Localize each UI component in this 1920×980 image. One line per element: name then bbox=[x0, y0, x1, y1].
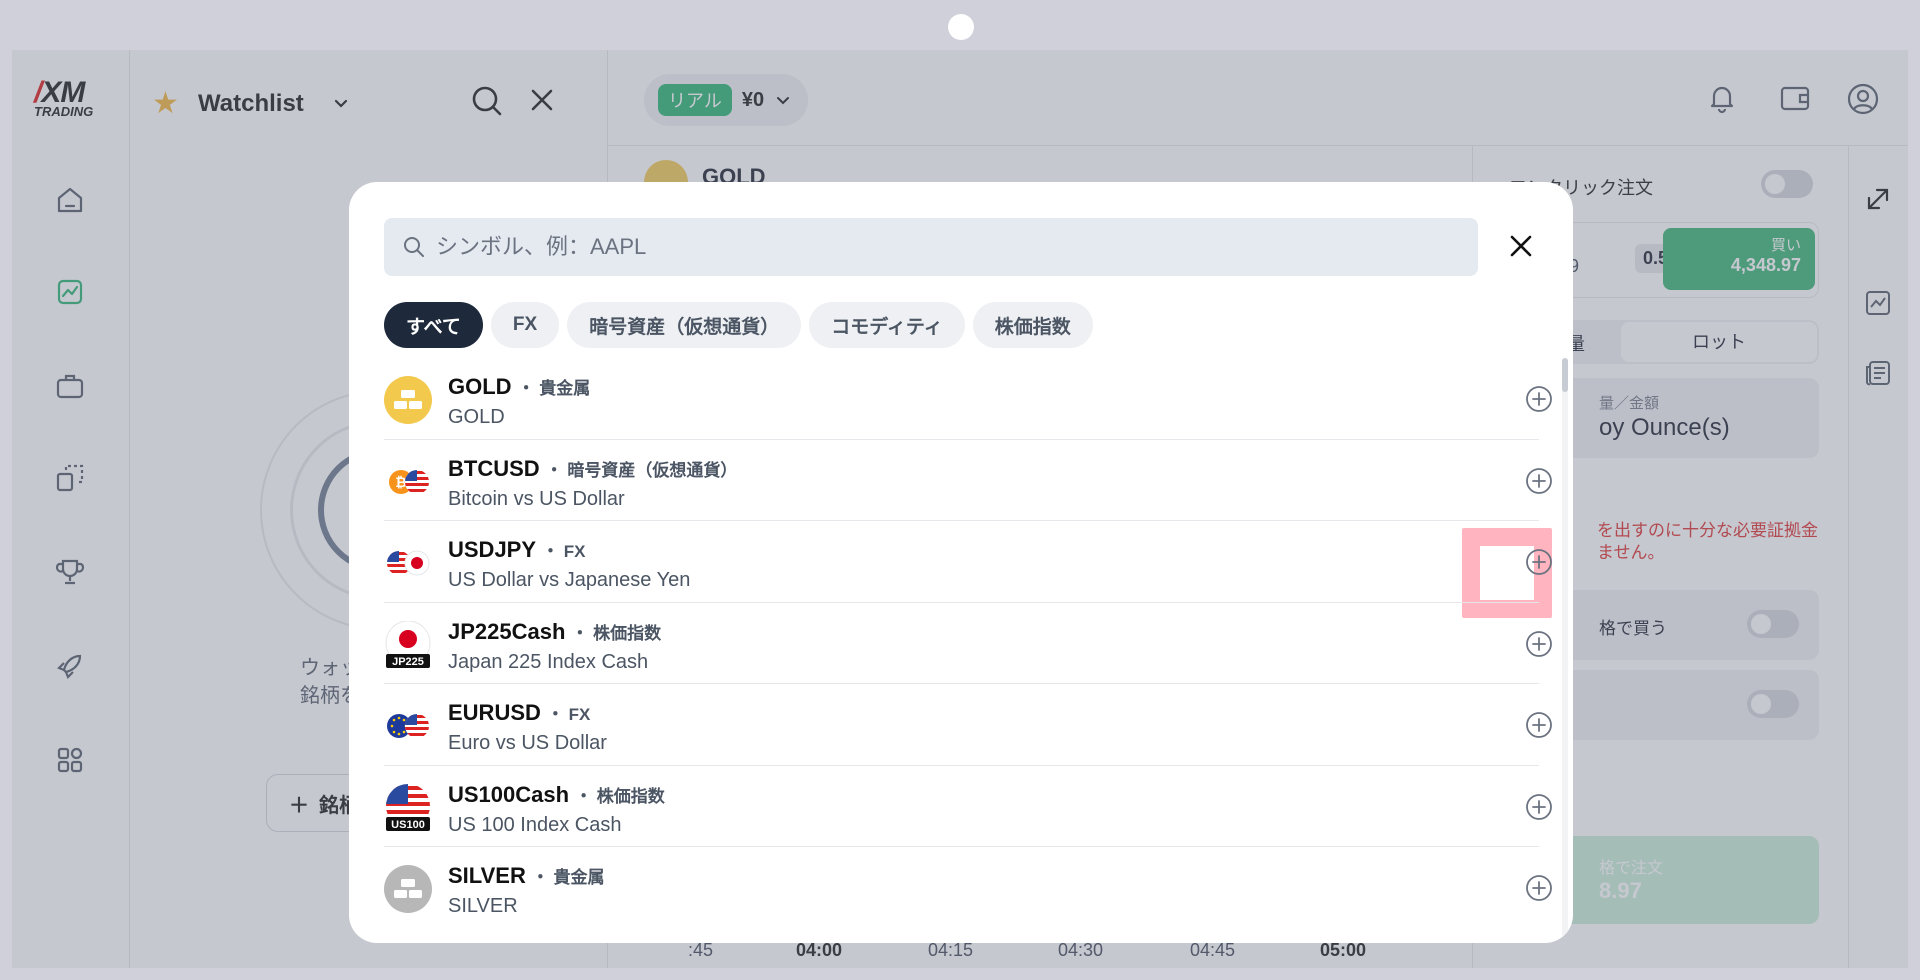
symbol-description: US 100 Index Cash bbox=[448, 813, 622, 836]
svg-text:₿: ₿ bbox=[395, 474, 406, 490]
eur-usd-flag-icon bbox=[384, 702, 432, 750]
us100-flag-icon: US100 bbox=[384, 783, 432, 832]
symbol-category: ・ FX bbox=[546, 705, 591, 724]
filter-crypto[interactable]: 暗号資産（仮想通貨） bbox=[567, 302, 802, 348]
add-to-watchlist-icon[interactable] bbox=[1524, 873, 1554, 903]
symbol-name: USDJPY bbox=[448, 537, 537, 562]
filter-index[interactable]: 株価指数 bbox=[972, 302, 1093, 348]
symbol-name: JP225Cash bbox=[448, 618, 566, 644]
jp225-flag-icon: JP225 bbox=[384, 620, 432, 669]
symbol-name: SILVER bbox=[448, 863, 526, 888]
search-icon bbox=[404, 237, 424, 257]
list-scrollbar[interactable] bbox=[1562, 358, 1568, 938]
symbol-row-silver[interactable]: SILVER ・ 貴金属 SILVER bbox=[384, 847, 1552, 929]
symbol-list: GOLD ・ 貴金属 GOLD ₿ BTCUSD ・ 暗号資産（仮想通貨） Bitc… bbox=[384, 358, 1552, 929]
scrollbar-thumb[interactable] bbox=[1562, 358, 1568, 392]
add-to-watchlist-icon[interactable] bbox=[1524, 629, 1554, 659]
gold-bars-icon bbox=[384, 376, 432, 424]
symbol-name: EURUSD bbox=[448, 700, 541, 725]
symbol-row-usdjpy[interactable]: USDJPY ・ FX US Dollar vs Japanese Yen bbox=[384, 521, 1552, 603]
symbol-category: ・ 暗号資産（仮想通貨） bbox=[545, 460, 738, 480]
symbol-row-jp225cash[interactable]: JP225 JP225Cash ・ 株価指数 Japan 225 Index Ca… bbox=[384, 603, 1552, 684]
add-to-watchlist-icon[interactable] bbox=[1524, 384, 1554, 414]
jp225-tag: JP225 bbox=[392, 656, 424, 668]
camera-dot bbox=[948, 14, 974, 40]
filter-fx[interactable]: FX bbox=[490, 302, 560, 348]
symbol-row-gold[interactable]: GOLD ・ 貴金属 GOLD bbox=[384, 358, 1552, 440]
usd-jpy-flag-icon bbox=[384, 539, 432, 587]
filter-all[interactable]: すべて bbox=[384, 302, 483, 348]
add-to-watchlist-icon[interactable] bbox=[1524, 547, 1554, 577]
add-to-watchlist-icon[interactable] bbox=[1524, 710, 1554, 740]
category-filters: すべて FX 暗号資産（仮想通貨） コモディティ 株価指数 bbox=[384, 302, 1093, 348]
symbol-search-box bbox=[384, 218, 1478, 276]
add-to-watchlist-icon[interactable] bbox=[1524, 466, 1554, 496]
symbol-description: US Dollar vs Japanese Yen bbox=[448, 569, 691, 591]
add-to-watchlist-icon[interactable] bbox=[1524, 792, 1554, 822]
symbol-row-btcusd[interactable]: ₿ BTCUSD ・ 暗号資産（仮想通貨） Bitcoin vs US Dolla… bbox=[384, 440, 1552, 521]
symbol-name: GOLD bbox=[448, 374, 512, 399]
close-icon[interactable] bbox=[1505, 230, 1537, 262]
silver-bars-icon bbox=[384, 865, 432, 913]
btc-usd-flag-icon: ₿ bbox=[384, 458, 432, 506]
symbol-search-modal: すべて FX 暗号資産（仮想通貨） コモディティ 株価指数 GOLD ・ 貴金属 … bbox=[349, 182, 1573, 943]
symbol-row-eurusd[interactable]: EURUSD ・ FX Euro vs US Dollar bbox=[384, 684, 1552, 766]
symbol-description: SILVER bbox=[448, 895, 518, 917]
symbol-description: Japan 225 Index Cash bbox=[448, 650, 649, 673]
symbol-category: ・ 貴金属 bbox=[531, 868, 605, 887]
symbol-row-us100cash[interactable]: US100 US100Cash ・ 株価指数 US 100 Index Cash bbox=[384, 766, 1552, 847]
symbol-name: BTCUSD bbox=[448, 455, 540, 481]
symbol-description: GOLD bbox=[448, 406, 505, 428]
symbol-description: Euro vs US Dollar bbox=[448, 732, 607, 754]
filter-commodity[interactable]: コモディティ bbox=[809, 302, 965, 348]
symbol-description: Bitcoin vs US Dollar bbox=[448, 487, 625, 510]
us100-tag: US100 bbox=[391, 819, 425, 831]
device-frame-top bbox=[0, 0, 1920, 50]
symbol-category: ・ FX bbox=[542, 542, 586, 561]
symbol-category: ・ 株価指数 bbox=[571, 623, 662, 643]
symbol-name: US100Cash bbox=[448, 781, 570, 807]
symbol-category: ・ 株価指数 bbox=[575, 786, 665, 806]
symbol-search-input[interactable] bbox=[436, 234, 1336, 260]
symbol-category: ・ 貴金属 bbox=[517, 379, 591, 398]
